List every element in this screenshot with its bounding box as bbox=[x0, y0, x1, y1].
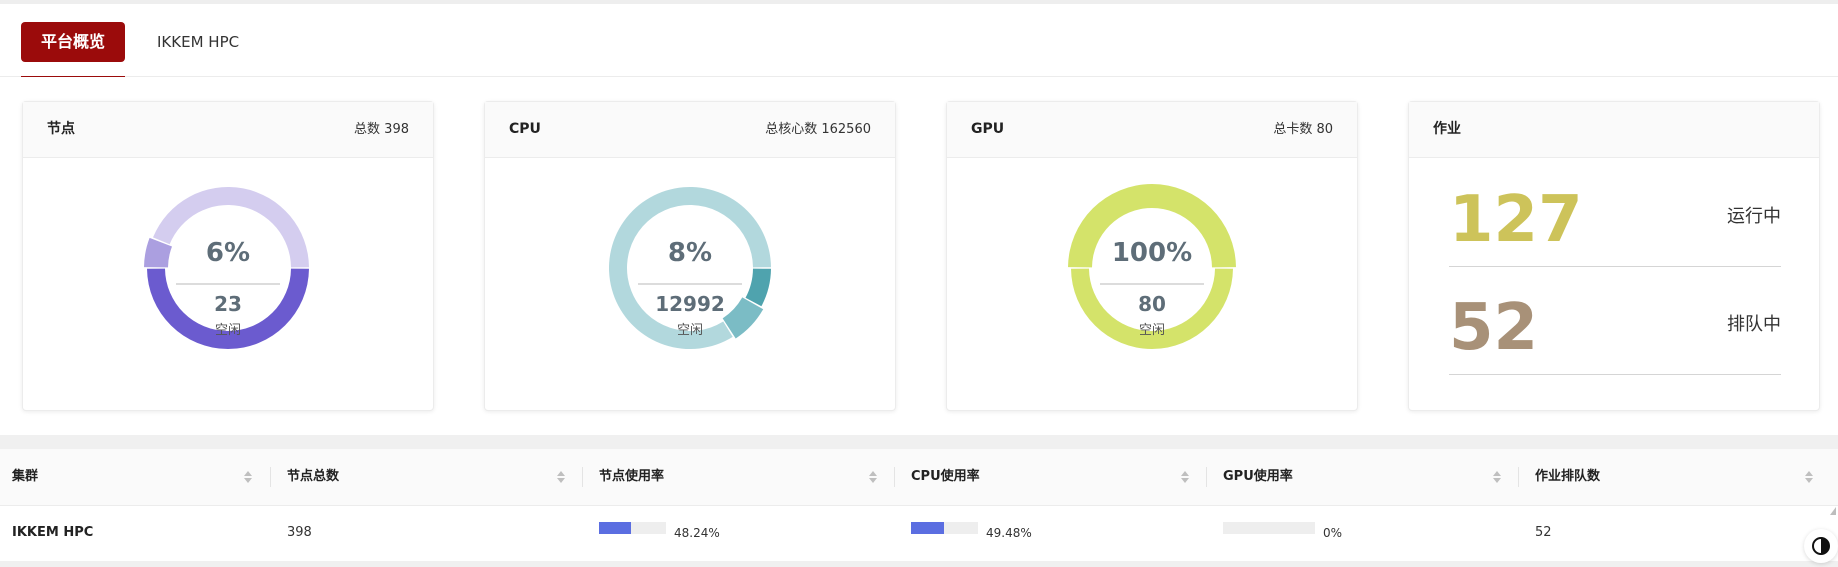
nodes-donut-chart: 6% 23 空闲 bbox=[23, 158, 433, 410]
running-jobs-label: 运行中 bbox=[1727, 206, 1781, 227]
gpu-donut-chart: 100% 80 空闲 bbox=[947, 158, 1357, 410]
column-header-cluster[interactable]: 集群 bbox=[12, 449, 38, 505]
column-header-node-usage[interactable]: 节点使用率 bbox=[599, 449, 664, 505]
sort-icon[interactable] bbox=[1804, 470, 1814, 484]
cell-node-total: 398 bbox=[287, 525, 312, 540]
nodes-card: 节点 总数 398 6% 23 空闲 bbox=[22, 101, 434, 411]
donut-count: 23 bbox=[214, 292, 242, 316]
card-total: 总数 398 bbox=[354, 122, 409, 137]
card-title: 节点 bbox=[47, 121, 75, 137]
gpu-card: GPU 总卡数 80 100% 80 空闲 bbox=[946, 101, 1358, 411]
cell-gpu-usage: 0% bbox=[1323, 526, 1343, 540]
sort-icon[interactable] bbox=[868, 470, 878, 484]
queued-jobs-label: 排队中 bbox=[1727, 314, 1781, 335]
donut-percent: 100% bbox=[1112, 238, 1192, 268]
cpu-usage-bar bbox=[911, 522, 978, 534]
node-usage-bar bbox=[599, 522, 666, 534]
column-header-queue[interactable]: 作业排队数 bbox=[1535, 449, 1600, 505]
cpu-donut-chart: 8% 12992 空闲 bbox=[485, 158, 895, 410]
donut-percent: 8% bbox=[668, 238, 712, 268]
donut-count: 12992 bbox=[655, 292, 725, 316]
cpu-card: CPU 总核心数 162560 8% 12992 空闲 bbox=[484, 101, 896, 411]
card-title: 作业 bbox=[1433, 121, 1461, 137]
column-separator bbox=[894, 467, 895, 487]
tab-bar: 平台概览 IKKEM HPC bbox=[0, 4, 1838, 78]
cell-cpu-usage: 49.48% bbox=[986, 526, 1032, 540]
donut-count: 80 bbox=[1138, 292, 1166, 316]
card-header: 节点 总数 398 bbox=[23, 102, 433, 158]
card-total: 总核心数 162560 bbox=[765, 122, 871, 137]
column-header-node-total[interactable]: 节点总数 bbox=[287, 449, 339, 505]
card-header: GPU 总卡数 80 bbox=[947, 102, 1357, 158]
tab-platform-overview[interactable]: 平台概览 bbox=[21, 22, 125, 62]
tab-ikkem-hpc[interactable]: IKKEM HPC bbox=[157, 22, 239, 62]
card-title: CPU bbox=[509, 121, 541, 137]
donut-segment bbox=[745, 268, 771, 307]
card-header: CPU 总核心数 162560 bbox=[485, 102, 895, 158]
card-title: GPU bbox=[971, 121, 1005, 137]
queued-jobs-count: 52 bbox=[1449, 291, 1539, 365]
jobs-running-row: 127 运行中 bbox=[1449, 158, 1781, 267]
theme-toggle-button[interactable] bbox=[1804, 529, 1838, 563]
jobs-queued-row: 52 排队中 bbox=[1449, 266, 1781, 375]
cell-queue: 52 bbox=[1535, 525, 1552, 540]
scroll-up-icon[interactable] bbox=[1828, 503, 1838, 519]
jobs-card: 作业 127 运行中 52 排队中 bbox=[1408, 101, 1820, 411]
cluster-table: 集群 节点总数 节点使用率 CPU使用率 GPU使用率 作业排队数 IKKEM … bbox=[0, 449, 1838, 561]
node-usage-bar-fill bbox=[599, 522, 632, 534]
sort-icon[interactable] bbox=[1180, 470, 1190, 484]
gpu-usage-bar bbox=[1223, 522, 1315, 534]
table-header: 集群 节点总数 节点使用率 CPU使用率 GPU使用率 作业排队数 bbox=[0, 449, 1838, 506]
card-header: 作业 bbox=[1409, 102, 1819, 158]
donut-status: 空闲 bbox=[677, 323, 703, 338]
cell-node-usage: 48.24% bbox=[674, 526, 720, 540]
donut-percent: 6% bbox=[206, 238, 250, 268]
column-separator bbox=[270, 467, 271, 487]
sort-icon[interactable] bbox=[1492, 470, 1502, 484]
donut-status: 空闲 bbox=[215, 323, 241, 338]
sort-icon[interactable] bbox=[243, 470, 253, 484]
column-separator bbox=[582, 467, 583, 487]
running-jobs-count: 127 bbox=[1449, 183, 1583, 257]
column-header-gpu-usage[interactable]: GPU使用率 bbox=[1223, 449, 1293, 505]
overview-section: 节点 总数 398 6% 23 空闲 CPU 总核心数 162560 8% 12… bbox=[0, 77, 1838, 435]
column-header-cpu-usage[interactable]: CPU使用率 bbox=[911, 449, 980, 505]
donut-status: 空闲 bbox=[1139, 323, 1165, 338]
card-total: 总卡数 80 bbox=[1273, 122, 1333, 137]
cell-cluster: IKKEM HPC bbox=[12, 525, 94, 540]
theme-toggle-icon bbox=[1812, 537, 1830, 555]
column-separator bbox=[1518, 467, 1519, 487]
sort-icon[interactable] bbox=[556, 470, 566, 484]
cpu-usage-bar-fill bbox=[911, 522, 945, 534]
column-separator bbox=[1206, 467, 1207, 487]
